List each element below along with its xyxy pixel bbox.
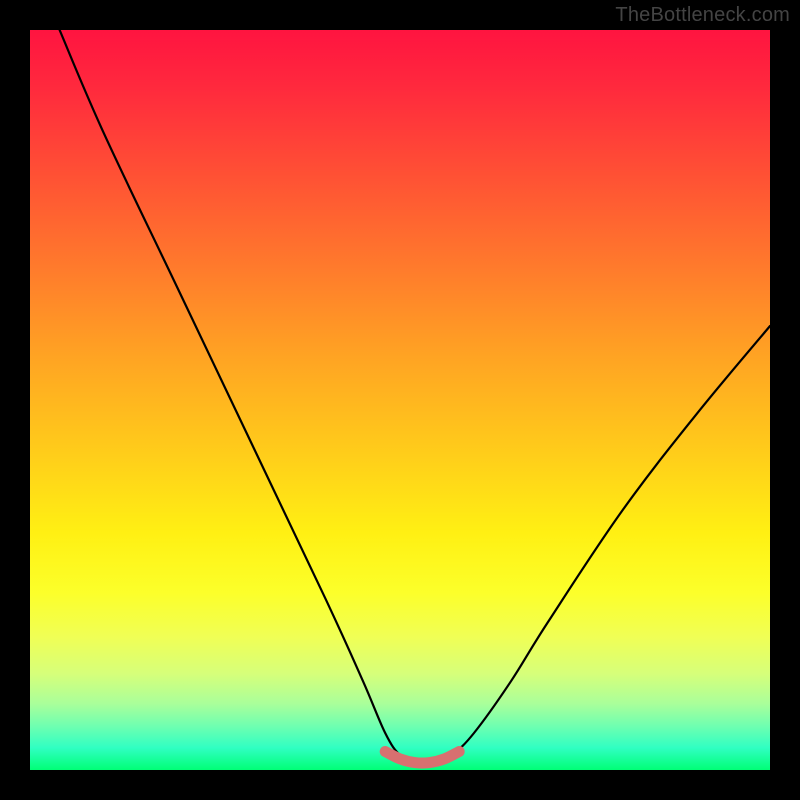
plot-area bbox=[30, 30, 770, 770]
bottleneck-curve bbox=[60, 30, 770, 764]
flat-bottom-marker bbox=[385, 752, 459, 764]
curve-layer bbox=[30, 30, 770, 770]
chart-frame: TheBottleneck.com bbox=[0, 0, 800, 800]
watermark-text: TheBottleneck.com bbox=[615, 4, 790, 27]
